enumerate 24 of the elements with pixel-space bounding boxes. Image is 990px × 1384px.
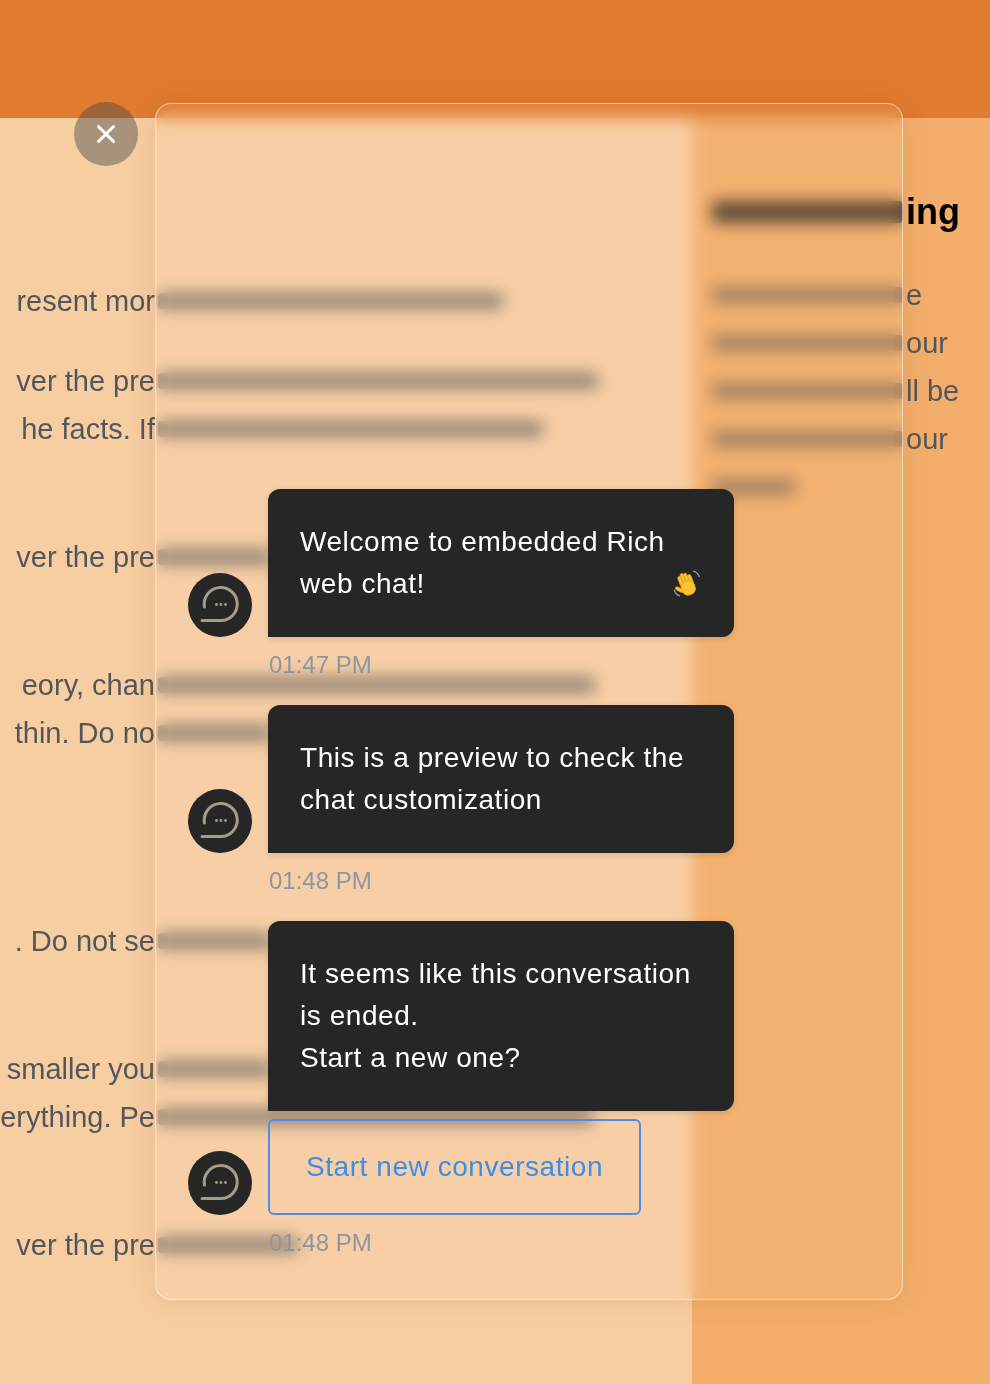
body-text-fragment: resent mor — [16, 284, 155, 319]
message-timestamp: 01:48 PM — [269, 867, 372, 895]
body-text-fragment: ver the pre — [16, 1228, 155, 1263]
body-text-fragment: smaller you — [6, 1052, 155, 1087]
sidebar-text-fragment: ll be — [906, 374, 960, 409]
chat-bubble-icon — [188, 573, 252, 637]
sidebar-text-fragment: e — [906, 278, 923, 313]
body-text-fragment: thin. Do no — [14, 716, 155, 751]
body-text-fragment: . Do not se — [14, 924, 155, 959]
message-text: Welcome to embedded Rich web chat! — [300, 526, 665, 599]
body-text-fragment: ver the pre — [16, 540, 155, 575]
message-timestamp: 01:47 PM — [269, 651, 372, 679]
sidebar-text-fragment: our — [906, 422, 948, 457]
chat-bubble-icon — [188, 1151, 252, 1215]
sidebar-heading: ing — [906, 190, 960, 234]
body-text-fragment: erything. Pe — [0, 1100, 155, 1135]
body-text-fragment: he facts. If — [21, 412, 155, 447]
start-conversation-button[interactable]: Start new conversation — [268, 1119, 642, 1215]
chat-bubble-icon — [188, 789, 252, 853]
body-text-fragment: ver the pre — [16, 364, 155, 399]
message-text: It seems like this conversation is ended. Start a new one? — [300, 958, 691, 1073]
message-text: This is a preview to check the chat customization — [300, 742, 685, 815]
body-text-fragment: eory, chan — [21, 668, 155, 703]
sidebar-text-fragment: our — [906, 326, 948, 361]
